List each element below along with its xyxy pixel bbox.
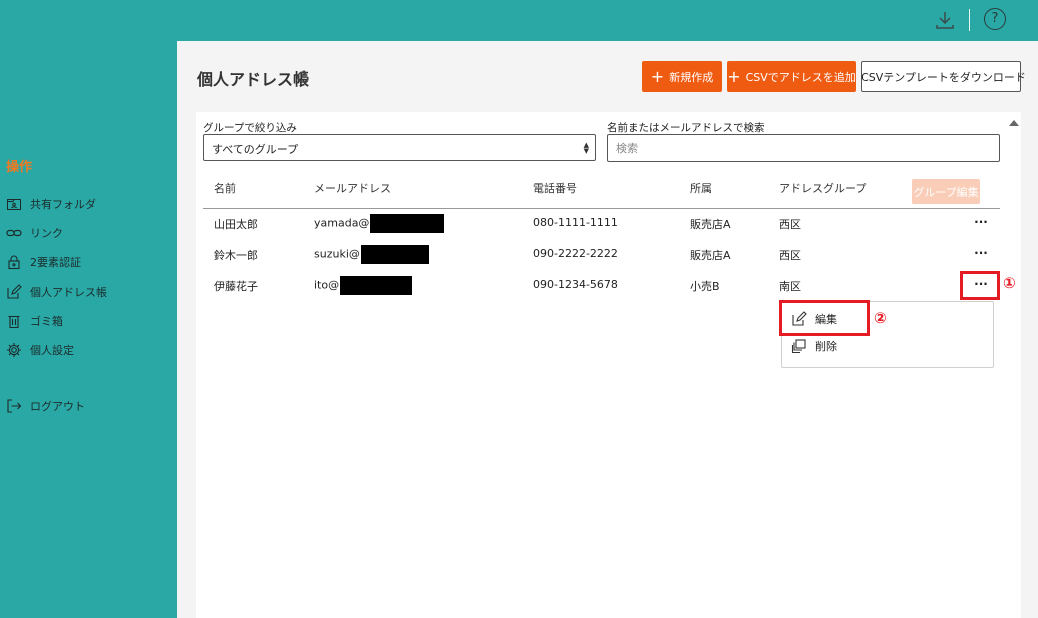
- top-bar: ?: [0, 0, 1038, 41]
- help-icon[interactable]: ?: [984, 8, 1006, 30]
- cell-email: suzuki@: [314, 245, 429, 264]
- cell-dept: 販売店A: [690, 218, 731, 231]
- sidebar: 操作 共有フォルダ リンク 2要素認証 個人アドレス帳 ゴミ箱 個人設定 ログア…: [0, 41, 177, 618]
- cell-group: 西区: [779, 218, 801, 231]
- csv-add-button-label: CSVでアドレスを追加: [745, 70, 856, 84]
- csv-template-button-label: CSVテンプレートをダウンロード: [861, 70, 1026, 84]
- plus-icon: +: [727, 66, 741, 86]
- plus-icon: +: [650, 66, 665, 86]
- page-title: 個人アドレス帳: [197, 70, 310, 89]
- sidebar-item-personal-settings[interactable]: 個人設定: [6, 339, 74, 361]
- download-icon[interactable]: [933, 8, 957, 32]
- cell-phone: 090-1234-5678: [533, 278, 618, 291]
- trash-icon: [8, 315, 20, 329]
- group-filter-select[interactable]: すべてのグループ ▲ ▼: [203, 134, 596, 161]
- refresh-icon[interactable]: [295, 69, 311, 85]
- cell-phone: 080-1111-1111: [533, 216, 618, 229]
- redaction-bar: [370, 214, 445, 233]
- sidebar-item-trash[interactable]: ゴミ箱: [6, 310, 63, 332]
- sidebar-item-label: 共有フォルダ: [30, 198, 96, 211]
- group-filter-label: グループで絞り込み: [203, 122, 297, 134]
- email-prefix: suzuki@: [314, 247, 360, 261]
- gear-icon: [7, 343, 21, 357]
- sidebar-item-logout[interactable]: ログアウト: [6, 395, 85, 417]
- topbar-divider: [969, 9, 970, 31]
- column-header-dept: 所属: [690, 182, 712, 195]
- link-icon: [6, 229, 22, 237]
- sidebar-item-label: リンク: [30, 227, 63, 240]
- sidebar-heading: 操作: [6, 160, 33, 175]
- sidebar-item-address-book[interactable]: 個人アドレス帳: [6, 281, 107, 303]
- sidebar-item-two-factor[interactable]: 2要素認証: [6, 251, 81, 273]
- row-menu-button[interactable]: ···: [970, 216, 992, 232]
- select-arrows-icon: ▲ ▼: [583, 141, 589, 155]
- menu-item-delete-label: 削除: [815, 340, 837, 353]
- email-prefix: ito@: [314, 278, 340, 292]
- shared-folder-icon: [7, 199, 21, 210]
- cell-email: yamada@: [314, 214, 445, 233]
- search-label: 名前またはメールアドレスで検索: [607, 122, 765, 134]
- cell-phone: 090-2222-2222: [533, 247, 618, 260]
- csv-template-download-button[interactable]: CSVテンプレートをダウンロード: [861, 61, 1026, 92]
- cell-dept: 小売B: [690, 280, 720, 293]
- main-panel: 個人アドレス帳 + 新規作成 + CSVでアドレスを追加 CSVテンプレートをダ…: [177, 41, 1038, 618]
- column-header-phone: 電話番号: [533, 182, 577, 195]
- column-header-group: アドレスグループ: [779, 182, 867, 195]
- redaction-bar: [340, 276, 413, 295]
- cell-name: 鈴木一郎: [214, 249, 258, 262]
- cell-name: 伊藤花子: [214, 280, 258, 293]
- sidebar-item-label: 2要素認証: [30, 256, 81, 269]
- table-row: 鈴木一郎 suzuki@ 090-2222-2222 販売店A 西区 ···: [177, 245, 1038, 277]
- new-button[interactable]: + 新規作成: [642, 61, 722, 92]
- cell-name: 山田太郎: [214, 218, 258, 231]
- sidebar-item-link[interactable]: リンク: [6, 222, 63, 244]
- scroll-up-arrow[interactable]: [1009, 120, 1019, 126]
- sidebar-item-label: ゴミ箱: [30, 315, 63, 328]
- csv-add-button[interactable]: + CSVでアドレスを追加: [727, 61, 856, 92]
- search-input[interactable]: [607, 134, 1000, 162]
- column-header-name: 名前: [214, 182, 236, 195]
- sidebar-item-label: ログアウト: [30, 400, 85, 413]
- callout-two: ②: [874, 309, 887, 327]
- edit-icon: [7, 284, 22, 299]
- group-filter-value: すべてのグループ: [212, 143, 299, 156]
- logout-icon: [7, 399, 22, 413]
- highlight-row-menu: [960, 271, 1000, 300]
- cell-dept: 販売店A: [690, 249, 731, 262]
- sidebar-item-label: 個人設定: [30, 344, 74, 357]
- menu-item-delete[interactable]: 削除: [791, 335, 837, 357]
- callout-one: ①: [1003, 274, 1016, 292]
- new-button-label: 新規作成: [669, 70, 714, 84]
- email-prefix: yamada@: [314, 216, 370, 230]
- cell-group: 西区: [779, 249, 801, 262]
- lock-icon: [8, 255, 20, 270]
- header-divider: [203, 208, 1000, 209]
- sidebar-item-shared-folder[interactable]: 共有フォルダ: [6, 193, 96, 215]
- column-header-email: メールアドレス: [314, 182, 391, 195]
- cell-email: ito@: [314, 276, 413, 295]
- redaction-bar: [360, 245, 429, 264]
- highlight-edit-item: [779, 300, 870, 336]
- delete-icon: [791, 339, 806, 354]
- table-row: 山田太郎 yamada@ 080-1111-1111 販売店A 西区 ···: [177, 214, 1038, 246]
- group-edit-button[interactable]: グループ編集: [912, 179, 980, 204]
- row-menu-button[interactable]: ···: [970, 247, 992, 263]
- sidebar-item-label: 個人アドレス帳: [30, 286, 107, 299]
- cell-group: 南区: [779, 280, 801, 293]
